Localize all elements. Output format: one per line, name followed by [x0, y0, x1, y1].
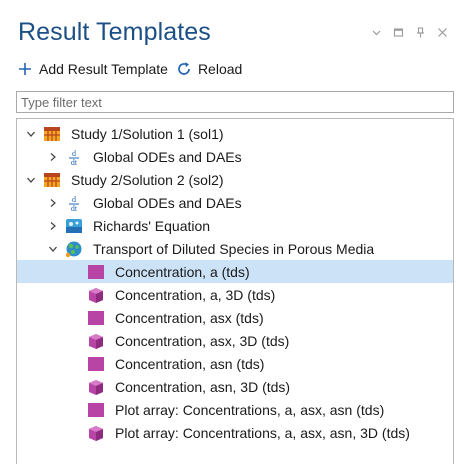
tree-item-label: Concentration, asx (tds) [115, 309, 264, 326]
template-3d-icon [86, 377, 106, 397]
tree-item[interactable]: d dt Global ODEs and DAEs [17, 191, 453, 214]
ode-icon: d dt [64, 147, 84, 167]
expand-toggle-icon[interactable] [47, 220, 59, 232]
window-controls [370, 26, 448, 38]
tree-item[interactable]: Concentration, a, 3D (tds) [17, 283, 453, 306]
reload-button[interactable]: Reload [175, 60, 242, 78]
tree-item-label: Plot array: Concentrations, a, asx, asn,… [115, 424, 410, 441]
svg-text:dt: dt [71, 158, 78, 166]
tree-item-label: Concentration, asx, 3D (tds) [115, 332, 290, 349]
add-result-template-label: Add Result Template [39, 61, 168, 77]
reload-label: Reload [197, 61, 243, 77]
template-2d-icon [86, 308, 106, 328]
solution-icon [42, 170, 62, 190]
maximize-icon[interactable] [392, 26, 404, 38]
ode-icon: d dt [64, 193, 84, 213]
tree-item[interactable]: Concentration, asx, 3D (tds) [17, 329, 453, 352]
svg-text:dt: dt [71, 204, 78, 212]
tree-item-label: Concentration, a (tds) [115, 263, 250, 280]
result-templates-panel: Result Templates Add Result Template Rel… [0, 0, 456, 464]
template-3d-icon [86, 285, 106, 305]
tree-item-label: Transport of Diluted Species in Porous M… [93, 240, 375, 257]
richards-icon [64, 216, 84, 236]
collapse-toggle-icon[interactable] [25, 174, 37, 186]
collapse-toggle-icon[interactable] [25, 128, 37, 140]
svg-text:d: d [72, 149, 76, 158]
panel-title: Result Templates [18, 18, 211, 46]
close-icon[interactable] [436, 26, 448, 38]
tree-item[interactable]: Concentration, asx (tds) [17, 306, 453, 329]
tree-item[interactable]: Plot array: Concentrations, a, asx, asn,… [17, 421, 453, 444]
toolbar: Add Result Template Reload [16, 58, 242, 80]
tree-item[interactable]: Study 1/Solution 1 (sol1) [17, 122, 453, 145]
tree-item[interactable]: Richards' Equation [17, 214, 453, 237]
template-2d-icon [86, 354, 106, 374]
tree-item[interactable]: d dt Global ODEs and DAEs [17, 145, 453, 168]
tree-item[interactable]: Concentration, asn (tds) [17, 352, 453, 375]
template-2d-icon [86, 262, 106, 282]
tree-item[interactable]: Concentration, a (tds) [17, 260, 453, 283]
tree-item[interactable]: Study 2/Solution 2 (sol2) [17, 168, 453, 191]
tree-item-label: Concentration, asn (tds) [115, 355, 265, 372]
chevron-down-icon[interactable] [370, 26, 382, 38]
plus-icon [16, 60, 34, 78]
tree-item-label: Concentration, a, 3D (tds) [115, 286, 276, 303]
transport-icon [64, 239, 84, 259]
tree-item[interactable]: Plot array: Concentrations, a, asx, asn … [17, 398, 453, 421]
expand-toggle-icon[interactable] [47, 197, 59, 209]
tree-item[interactable]: Transport of Diluted Species in Porous M… [17, 237, 453, 260]
collapse-toggle-icon[interactable] [47, 243, 59, 255]
expand-toggle-icon[interactable] [47, 151, 59, 163]
template-3d-icon [86, 331, 106, 351]
tree-item-label: Study 2/Solution 2 (sol2) [71, 171, 224, 188]
solution-icon [42, 124, 62, 144]
reload-icon [175, 60, 193, 78]
svg-text:d: d [72, 195, 76, 204]
tree-item[interactable]: Concentration, asn, 3D (tds) [17, 375, 453, 398]
tree-item-label: Plot array: Concentrations, a, asx, asn … [115, 401, 385, 418]
filter-input[interactable] [16, 91, 454, 113]
tree-item-label: Global ODEs and DAEs [93, 148, 242, 165]
tree-item-label: Global ODEs and DAEs [93, 194, 242, 211]
template-tree: Study 1/Solution 1 (sol1) d dt Global ODEs … [16, 118, 454, 464]
template-3d-icon [86, 423, 106, 443]
pin-icon[interactable] [414, 26, 426, 38]
tree-item-label: Richards' Equation [93, 217, 211, 234]
add-result-template-button[interactable]: Add Result Template [16, 60, 168, 78]
tree-item-label: Concentration, asn, 3D (tds) [115, 378, 291, 395]
tree-item-label: Study 1/Solution 1 (sol1) [71, 125, 224, 142]
template-2d-icon [86, 400, 106, 420]
